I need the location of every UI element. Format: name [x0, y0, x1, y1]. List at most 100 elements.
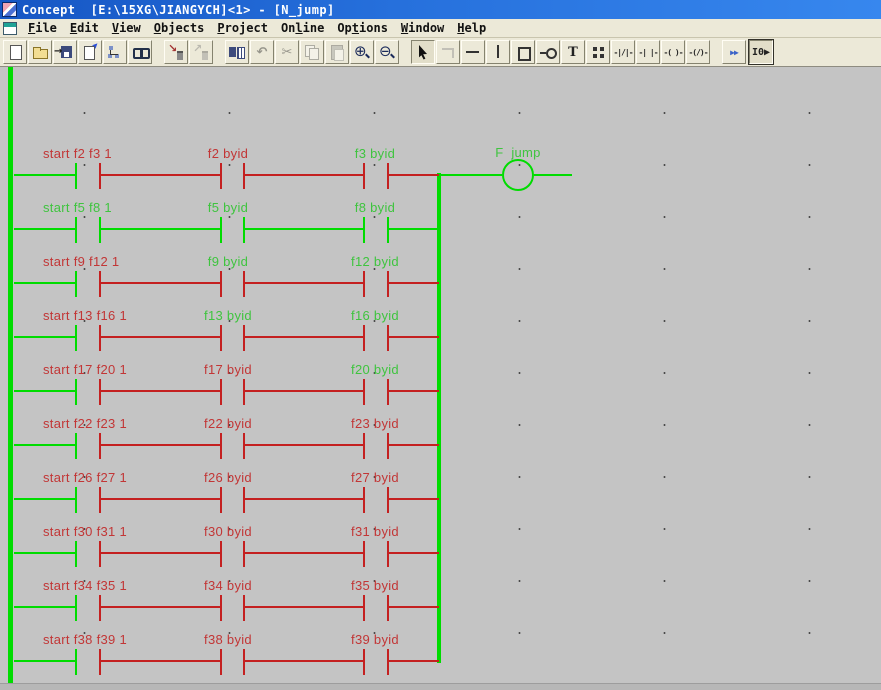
- document-window-icon[interactable]: [3, 22, 17, 35]
- rung-4-contact-3-bar[interactable]: [387, 325, 389, 351]
- no-contact-button[interactable]: -| |-: [636, 40, 660, 64]
- rung-10-contact-1-bar[interactable]: [75, 649, 77, 675]
- new-document-button[interactable]: [3, 40, 27, 64]
- rung-2-contact-3-bar[interactable]: [363, 217, 365, 243]
- rung-10-contact-3-bar[interactable]: [387, 649, 389, 675]
- rung-4-contact-3-label[interactable]: f16 byid: [315, 308, 435, 323]
- rung-9-contact-2-bar[interactable]: [243, 595, 245, 621]
- animate-button[interactable]: ▶▶: [722, 40, 746, 64]
- copy-button[interactable]: [300, 40, 324, 64]
- rung-4-contact-1-label[interactable]: start f13 f16 1: [43, 308, 127, 323]
- upload-changes-button[interactable]: [189, 40, 213, 64]
- rung-3-contact-2-bar[interactable]: [243, 271, 245, 297]
- rung-3-contact-1-bar[interactable]: [75, 271, 77, 297]
- rung-10-contact-3-label[interactable]: f39 byid: [315, 632, 435, 647]
- rung-10-contact-3-bar[interactable]: [363, 649, 365, 675]
- rung-1-contact-3-bar[interactable]: [387, 163, 389, 189]
- rung-7-contact-3-label[interactable]: f27 byid: [315, 470, 435, 485]
- rung-1-contact-3-label[interactable]: f3 byid: [315, 146, 435, 161]
- rung-5-contact-1-bar[interactable]: [99, 379, 101, 405]
- rung-9-contact-3-bar[interactable]: [387, 595, 389, 621]
- rung-7-contact-2-label[interactable]: f26 byid: [168, 470, 288, 485]
- rung-6-contact-2-bar[interactable]: [243, 433, 245, 459]
- rung-4-contact-1-bar[interactable]: [99, 325, 101, 351]
- menu-item-online[interactable]: Online: [278, 20, 327, 36]
- rung-2-contact-1-bar[interactable]: [75, 217, 77, 243]
- rung-8-contact-1-label[interactable]: start f30 f31 1: [43, 524, 127, 539]
- select-mode-button[interactable]: [411, 40, 435, 64]
- rung-1-contact-1-label[interactable]: start f2 f3 1: [43, 146, 112, 161]
- project-browser-button[interactable]: [103, 40, 127, 64]
- rung-1-contact-1-bar[interactable]: [75, 163, 77, 189]
- rung-8-contact-2-bar[interactable]: [220, 541, 222, 567]
- rung-8-contact-2-bar[interactable]: [243, 541, 245, 567]
- text-tool-button[interactable]: T: [561, 40, 585, 64]
- rung-3-contact-3-bar[interactable]: [363, 271, 365, 297]
- rung-5-contact-2-bar[interactable]: [243, 379, 245, 405]
- rung-6-contact-1-bar[interactable]: [99, 433, 101, 459]
- rung-2-contact-1-label[interactable]: start f5 f8 1: [43, 200, 112, 215]
- nc-contact-button[interactable]: -|/|-: [611, 40, 635, 64]
- rung-5-contact-2-bar[interactable]: [220, 379, 222, 405]
- rung-9-contact-3-bar[interactable]: [363, 595, 365, 621]
- rung-6-contact-3-bar[interactable]: [387, 433, 389, 459]
- rung-9-contact-2-label[interactable]: f34 byid: [168, 578, 288, 593]
- rung-5-contact-3-label[interactable]: f20 byid: [315, 362, 435, 377]
- rung-5-contact-2-label[interactable]: f17 byid: [168, 362, 288, 377]
- rung-3-contact-2-bar[interactable]: [220, 271, 222, 297]
- rung-7-contact-1-label[interactable]: start f26 f27 1: [43, 470, 127, 485]
- rung-3-contact-2-label[interactable]: f9 byid: [168, 254, 288, 269]
- download-changes-button[interactable]: [164, 40, 188, 64]
- rung-6-contact-1-label[interactable]: start f22 f23 1: [43, 416, 127, 431]
- horizontal-line-button[interactable]: [461, 40, 485, 64]
- rung-1-contact-1-bar[interactable]: [99, 163, 101, 189]
- menu-item-project[interactable]: Project: [214, 20, 271, 36]
- rung-7-contact-1-bar[interactable]: [75, 487, 77, 513]
- rung-1-contact-2-bar[interactable]: [220, 163, 222, 189]
- search-button[interactable]: [128, 40, 152, 64]
- open-project-button[interactable]: [28, 40, 52, 64]
- menu-item-help[interactable]: Help: [454, 20, 489, 36]
- rung-5-contact-1-label[interactable]: start f17 f20 1: [43, 362, 127, 377]
- ladder-editor-canvas[interactable]: F jump start f2 f3 1 f2 byid f3 byid start …: [0, 67, 881, 683]
- menu-item-window[interactable]: Window: [398, 20, 447, 36]
- output-coil[interactable]: [502, 159, 534, 191]
- rung-10-contact-2-bar[interactable]: [243, 649, 245, 675]
- connect-to-plc-button[interactable]: [225, 40, 249, 64]
- rung-5-contact-3-bar[interactable]: [387, 379, 389, 405]
- menu-item-edit[interactable]: Edit: [67, 20, 102, 36]
- save-project-button[interactable]: [53, 40, 77, 64]
- rung-1-contact-2-label[interactable]: f2 byid: [168, 146, 288, 161]
- rung-9-contact-1-bar[interactable]: [75, 595, 77, 621]
- coil-junction-button[interactable]: [536, 40, 560, 64]
- rung-9-contact-1-label[interactable]: start f34 f35 1: [43, 578, 127, 593]
- rung-2-contact-3-bar[interactable]: [387, 217, 389, 243]
- rung-10-contact-2-bar[interactable]: [220, 649, 222, 675]
- rung-9-contact-1-bar[interactable]: [99, 595, 101, 621]
- rung-7-contact-2-bar[interactable]: [220, 487, 222, 513]
- rung-8-contact-3-label[interactable]: f31 byid: [315, 524, 435, 539]
- rung-9-contact-2-bar[interactable]: [220, 595, 222, 621]
- menu-item-options[interactable]: Options: [334, 20, 391, 36]
- function-block-button[interactable]: [511, 40, 535, 64]
- rung-2-contact-2-bar[interactable]: [220, 217, 222, 243]
- output-coil-label[interactable]: F jump: [458, 145, 578, 160]
- rung-5-contact-1-bar[interactable]: [75, 379, 77, 405]
- rung-10-contact-1-label[interactable]: start f38 f39 1: [43, 632, 127, 647]
- negated-coil-button[interactable]: -(/)-: [686, 40, 710, 64]
- rung-4-contact-2-bar[interactable]: [220, 325, 222, 351]
- rung-7-contact-3-bar[interactable]: [363, 487, 365, 513]
- rung-9-contact-3-label[interactable]: f35 byid: [315, 578, 435, 593]
- rung-6-contact-2-bar[interactable]: [220, 433, 222, 459]
- coil-button[interactable]: -( )-: [661, 40, 685, 64]
- block-library-button[interactable]: [586, 40, 610, 64]
- menu-item-view[interactable]: View: [109, 20, 144, 36]
- rung-1-contact-2-bar[interactable]: [243, 163, 245, 189]
- io-map-button[interactable]: I0▶: [749, 40, 773, 64]
- rung-8-contact-2-label[interactable]: f30 byid: [168, 524, 288, 539]
- rung-5-contact-3-bar[interactable]: [363, 379, 365, 405]
- rung-8-contact-3-bar[interactable]: [387, 541, 389, 567]
- rung-8-contact-1-bar[interactable]: [99, 541, 101, 567]
- menu-item-objects[interactable]: Objects: [151, 20, 208, 36]
- rung-3-contact-3-bar[interactable]: [387, 271, 389, 297]
